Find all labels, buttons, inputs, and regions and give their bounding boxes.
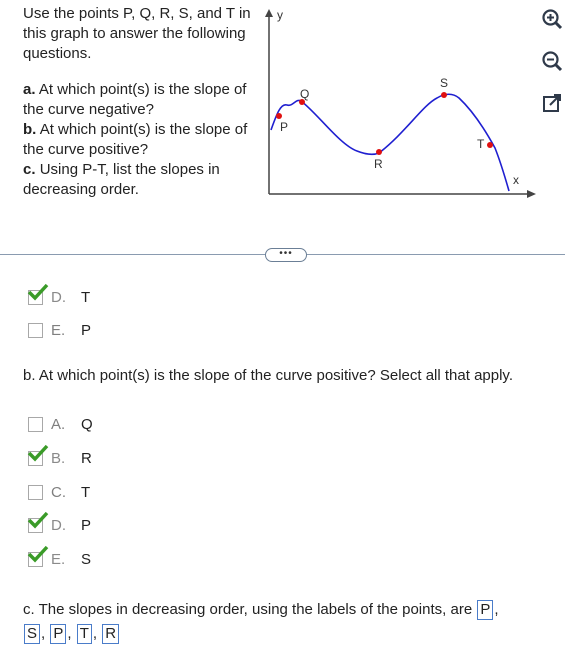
- part-a-option-d[interactable]: D. T: [27, 283, 91, 307]
- checkmark-icon: [27, 283, 49, 301]
- option-letter: C.: [51, 483, 66, 501]
- option-letter: B.: [51, 449, 66, 467]
- option-value: T: [81, 483, 91, 501]
- point-t-label: T: [477, 137, 485, 151]
- checkbox[interactable]: [28, 484, 43, 500]
- point-t-marker: [487, 142, 493, 148]
- intro-text: Use the points P, Q, R, S, and T in this…: [23, 5, 251, 62]
- option-value: S: [81, 550, 92, 568]
- part-b-option-a[interactable]: A. Q: [28, 414, 93, 434]
- answer-box-3[interactable]: P: [50, 624, 67, 644]
- checkmark-icon: [27, 545, 49, 563]
- checkbox[interactable]: [27, 283, 49, 305]
- point-s-marker: [441, 92, 447, 98]
- part-b-option-b[interactable]: B. R: [27, 444, 92, 468]
- point-r-label: R: [374, 157, 383, 171]
- checkbox[interactable]: [28, 322, 43, 338]
- answer-box-5[interactable]: R: [102, 624, 120, 644]
- question-list: a. At which point(s) is the slope of the…: [23, 80, 263, 200]
- option-letter: E.: [51, 550, 66, 568]
- part-b-option-e[interactable]: E. S: [27, 545, 92, 569]
- checkmark-icon: [27, 444, 49, 462]
- answer-box-1[interactable]: P: [477, 600, 494, 620]
- x-arrow-icon: [527, 190, 536, 198]
- part-c-prefix: c. The slopes in decreasing order, using…: [23, 601, 473, 618]
- part-b-question: b. At which point(s) is the slope of the…: [23, 367, 513, 384]
- point-p-marker: [276, 113, 282, 119]
- checkbox[interactable]: [27, 545, 49, 567]
- part-b-option-d[interactable]: D. P: [27, 511, 92, 535]
- checkbox[interactable]: [27, 444, 49, 466]
- answer-box-4[interactable]: T: [76, 624, 92, 644]
- point-r-marker: [376, 149, 382, 155]
- point-p-label: P: [280, 120, 288, 134]
- option-value: T: [81, 288, 91, 306]
- option-value: Q: [81, 415, 93, 433]
- checkmark-icon: [27, 511, 49, 529]
- y-axis-label: y: [277, 8, 283, 22]
- checkbox[interactable]: [28, 416, 43, 432]
- option-letter: E.: [51, 321, 66, 339]
- question-a: a. At which point(s) is the slope of the…: [23, 81, 247, 118]
- zoom-in-icon[interactable]: [541, 8, 563, 30]
- y-arrow-icon: [265, 9, 273, 17]
- option-value: R: [81, 449, 92, 467]
- option-value: P: [81, 516, 92, 534]
- option-letter: D.: [51, 516, 66, 534]
- part-c-answer-line: c. The slopes in decreasing order, using…: [23, 600, 499, 644]
- curve: [270, 93, 510, 192]
- expand-handle[interactable]: •••: [265, 248, 307, 262]
- part-b-option-c[interactable]: C. T: [28, 482, 90, 502]
- point-q-label: Q: [300, 87, 309, 101]
- popout-icon[interactable]: [541, 92, 563, 114]
- slope-graph: y x P Q R S T: [265, 8, 536, 198]
- point-s-label: S: [440, 76, 448, 90]
- question-b: b. At which point(s) is the slope of the…: [23, 121, 248, 158]
- zoom-out-icon[interactable]: [541, 50, 563, 72]
- option-value: P: [81, 321, 92, 339]
- checkbox[interactable]: [27, 511, 49, 533]
- part-a-option-e[interactable]: E. P: [28, 320, 91, 340]
- x-axis-label: x: [513, 173, 519, 187]
- question-c: c. Using P-T, list the slopes in decreas…: [23, 161, 220, 198]
- option-letter: A.: [51, 415, 66, 433]
- graph-toolbar: [541, 8, 563, 134]
- answer-box-2[interactable]: S: [24, 624, 41, 644]
- option-letter: D.: [51, 288, 66, 306]
